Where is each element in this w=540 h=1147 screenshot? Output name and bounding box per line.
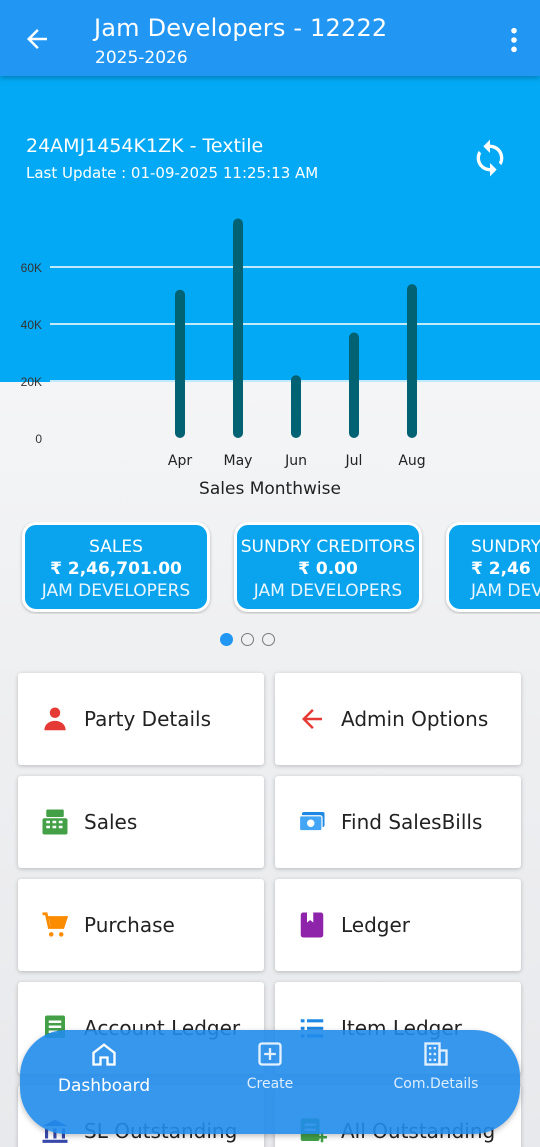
bar-aug[interactable] <box>407 284 417 438</box>
home-icon <box>92 1043 116 1066</box>
nav-label: Dashboard <box>57 1076 151 1096</box>
carousel-indicator[interactable] <box>220 633 275 646</box>
menu-label: Find SalesBills <box>341 810 483 834</box>
menu-party-details[interactable]: Party Details <box>18 673 264 765</box>
summary-card-sundry-creditors[interactable]: SUNDRY CREDITORS ₹ 0.00 JAM DEVELOPERS <box>234 522 422 612</box>
bar-jul[interactable] <box>349 332 359 438</box>
building-icon <box>424 1042 448 1066</box>
menu-label: Party Details <box>84 707 212 731</box>
menu-sales[interactable]: Sales <box>18 776 264 868</box>
menu-ledger[interactable]: Ledger <box>275 879 521 971</box>
nav-label: Com.Details <box>393 1076 479 1092</box>
cart-icon <box>42 912 69 937</box>
nav-create[interactable]: Create <box>200 1040 340 1092</box>
summary-card-sundry[interactable]: SUNDRY ₹ 2,46 JAM DEV <box>446 522 540 612</box>
arrow-left-icon <box>302 709 322 729</box>
app-bar: Jam Developers - 12222 2025-2026 <box>0 0 540 76</box>
money-icon <box>298 812 325 832</box>
nav-label: Create <box>246 1076 294 1092</box>
bottom-navigation: Dashboard Create Com.Details <box>20 1030 520 1134</box>
carousel-dot-1[interactable] <box>220 633 233 646</box>
person-icon <box>44 707 66 731</box>
card-title: SUNDRY CREDITORS <box>240 537 416 557</box>
x-axis-label: Sales Monthwise <box>199 479 341 499</box>
x-tick-label: Jun <box>284 453 307 469</box>
bar-jun[interactable] <box>291 375 301 438</box>
more-vert-icon[interactable] <box>508 26 520 54</box>
menu-admin-options[interactable]: Admin Options <box>275 673 521 765</box>
back-arrow-icon[interactable] <box>22 24 52 54</box>
x-tick-label: Apr <box>168 453 192 469</box>
carousel-dot-2[interactable] <box>241 633 254 646</box>
menu-label: Admin Options <box>341 707 489 731</box>
card-name: JAM DEV <box>471 581 540 601</box>
summary-carousel[interactable]: SALES ₹ 2,46,701.00 JAM DEVELOPERS SUNDR… <box>0 522 540 614</box>
nav-company-details[interactable]: Com.Details <box>366 1040 506 1092</box>
sales-monthwise-chart: 0 20K 40K 60K Apr May Jun Jul Aug Sales Monthwise <box>21 218 540 499</box>
card-name: JAM DEVELOPERS <box>41 581 191 601</box>
x-tick-label: May <box>224 453 253 469</box>
menu-purchase[interactable]: Purchase <box>18 879 264 971</box>
menu-label: Ledger <box>341 913 411 937</box>
y-tick-label: 60K <box>21 261 42 275</box>
book-icon <box>300 912 324 938</box>
x-tick-label: Aug <box>398 453 425 469</box>
firm-info: 24AMJ1454K1ZK - Textile <box>26 135 264 157</box>
cash-register-icon <box>42 809 68 835</box>
refresh-icon[interactable] <box>470 138 510 178</box>
card-title: SALES <box>89 537 143 557</box>
menu-label: Sales <box>84 810 138 834</box>
carousel-dot-3[interactable] <box>262 633 275 646</box>
nav-dashboard[interactable]: Dashboard <box>34 1040 174 1096</box>
card-amount: ₹ 0.00 <box>298 559 358 579</box>
y-tick-label: 20K <box>21 375 42 389</box>
last-update: Last Update : 01-09-2025 11:25:13 AM <box>26 164 319 182</box>
menu-label: Purchase <box>84 913 175 937</box>
page-title: Jam Developers - 12222 <box>94 14 388 42</box>
card-amount: ₹ 2,46,701.00 <box>50 559 182 579</box>
menu-find-salesbills[interactable]: Find SalesBills <box>275 776 521 868</box>
card-name: JAM DEVELOPERS <box>253 581 403 601</box>
summary-card-sales[interactable]: SALES ₹ 2,46,701.00 JAM DEVELOPERS <box>22 522 210 612</box>
card-title: SUNDRY <box>471 537 540 557</box>
page-subtitle: 2025-2026 <box>95 48 188 68</box>
add-box-icon <box>258 1042 282 1066</box>
y-tick-label: 40K <box>21 318 42 332</box>
bar-may[interactable] <box>233 218 243 438</box>
bar-apr[interactable] <box>175 289 185 438</box>
card-amount: ₹ 2,46 <box>471 559 531 579</box>
x-tick-label: Jul <box>345 453 363 469</box>
y-tick-label: 0 <box>35 432 42 446</box>
